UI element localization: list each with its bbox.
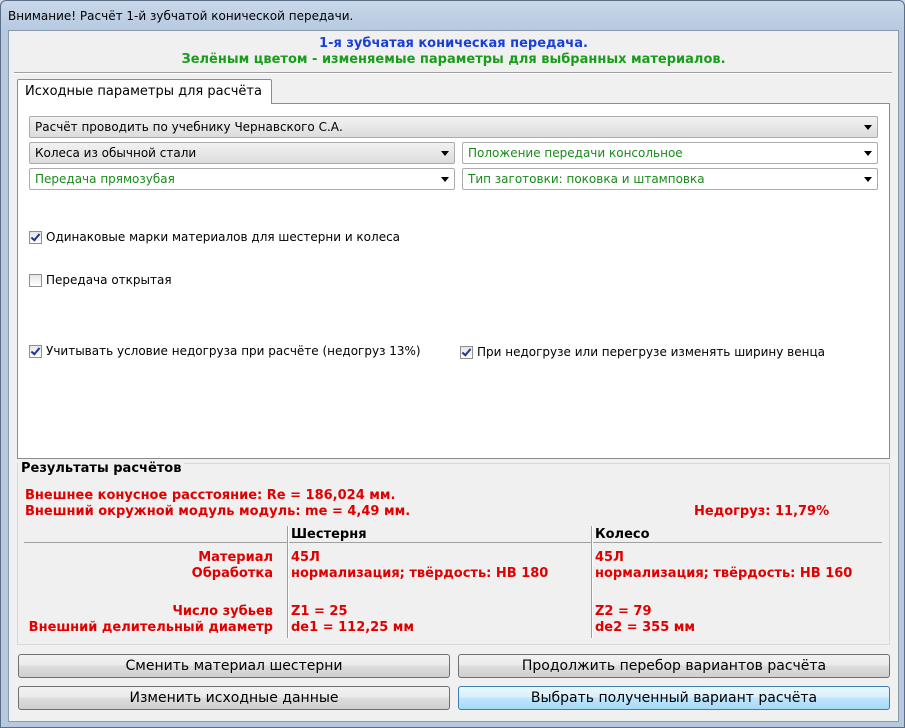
checkbox-checked-icon[interactable] [29, 344, 42, 358]
underload-label: Учитывать условие недогруза при расчёте … [46, 344, 421, 358]
open-gear-checkbox[interactable]: Передача открытая [29, 273, 172, 287]
pinion-teeth: Z1 = 25 [291, 604, 348, 619]
same-materials-label: Одинаковые марки материалов для шестерни… [46, 230, 401, 244]
cone-distance-text: Внешнее конусное расстояние: Re = 186,02… [25, 488, 396, 503]
row-label-treatment: Обработка [191, 566, 273, 581]
position-select-value: Положение передачи консольное [468, 146, 683, 160]
change-width-checkbox[interactable]: При недогрузе или перегрузе изменять шир… [460, 345, 825, 359]
position-select[interactable]: Положение передачи консольное [462, 142, 878, 164]
blank-type-select[interactable]: Тип заготовки: поковка и штамповка [462, 168, 878, 190]
checkbox-checked-icon[interactable] [29, 230, 42, 244]
results-title: Результаты расчётов [18, 461, 185, 476]
table-divider [24, 542, 287, 543]
wheel-diameter: de2 = 355 мм [595, 620, 696, 635]
row-label-material: Материал [198, 550, 273, 565]
header-divider [14, 72, 892, 74]
pinion-diameter: de1 = 112,25 мм [291, 620, 415, 635]
input-parameters-panel: Расчёт проводить по учебнику Чернавского… [17, 103, 890, 459]
tab-label: Исходные параметры для расчёта [25, 84, 262, 99]
table-divider [287, 542, 882, 543]
window-title: Внимание! Расчёт 1-й зубчатой конической… [8, 9, 354, 23]
choose-variant-button[interactable]: Выбрать полученный вариант расчёта [458, 686, 890, 710]
chevron-down-icon [864, 125, 872, 130]
checkbox-checked-icon[interactable] [460, 345, 473, 359]
row-label-teeth: Число зубьев [172, 604, 273, 619]
table-divider [287, 526, 289, 638]
change-width-label: При недогрузе или перегрузе изменять шир… [477, 345, 825, 359]
checkbox-unchecked-icon[interactable] [29, 273, 42, 287]
table-divider [591, 526, 593, 638]
underload-checkbox[interactable]: Учитывать условие недогруза при расчёте … [29, 344, 421, 358]
header-title: 1-я зубчатая коническая передача. [319, 36, 588, 51]
header-subtitle: Зелёным цветом - изменяемые параметры дл… [181, 52, 726, 67]
pinion-material: 45Л [291, 550, 320, 565]
same-materials-checkbox[interactable]: Одинаковые марки материалов для шестерни… [29, 230, 400, 244]
chevron-down-icon [441, 151, 449, 156]
row-label-diameter: Внешний делительный диаметр [28, 620, 273, 635]
tab-input-parameters[interactable]: Исходные параметры для расчёта [17, 79, 272, 104]
change-material-button[interactable]: Сменить материал шестерни [18, 654, 450, 678]
edit-input-button[interactable]: Изменить исходные данные [18, 686, 450, 710]
dialog-window: Внимание! Расчёт 1-й зубчатой конической… [0, 0, 905, 728]
blank-type-select-value: Тип заготовки: поковка и штамповка [468, 172, 705, 186]
column-header-pinion: Шестерня [291, 527, 367, 542]
open-gear-label: Передача открытая [46, 273, 172, 287]
continue-search-button[interactable]: Продолжить перебор вариантов расчёта [458, 654, 890, 678]
textbook-select-value: Расчёт проводить по учебнику Чернавского… [35, 120, 343, 134]
textbook-select[interactable]: Расчёт проводить по учебнику Чернавского… [29, 116, 878, 138]
wheel-material: 45Л [595, 550, 624, 565]
pinion-treatment: нормализация; твёрдость: НВ 180 [291, 566, 549, 581]
wheel-treatment: нормализация; твёрдость: НВ 160 [595, 566, 853, 581]
steel-select[interactable]: Колеса из обычной стали [29, 142, 455, 164]
module-text: Внешний окружной модуль модуль: me = 4,4… [25, 504, 411, 519]
chevron-down-icon [864, 177, 872, 182]
chevron-down-icon [864, 151, 872, 156]
dialog-client: 1-я зубчатая коническая передача. Зелёны… [8, 30, 899, 722]
column-header-wheel: Колесо [595, 527, 650, 542]
title-bar[interactable]: Внимание! Расчёт 1-й зубчатой конической… [1, 1, 904, 30]
steel-select-value: Колеса из обычной стали [35, 146, 197, 160]
gear-type-select[interactable]: Передача прямозубая [29, 168, 455, 190]
chevron-down-icon [441, 177, 449, 182]
wheel-teeth: Z2 = 79 [595, 604, 652, 619]
gear-type-select-value: Передача прямозубая [35, 172, 175, 186]
results-table: Шестерня Колесо Материал Обработка Число… [24, 526, 882, 638]
underload-value: Недогруз: 11,79% [694, 504, 830, 519]
